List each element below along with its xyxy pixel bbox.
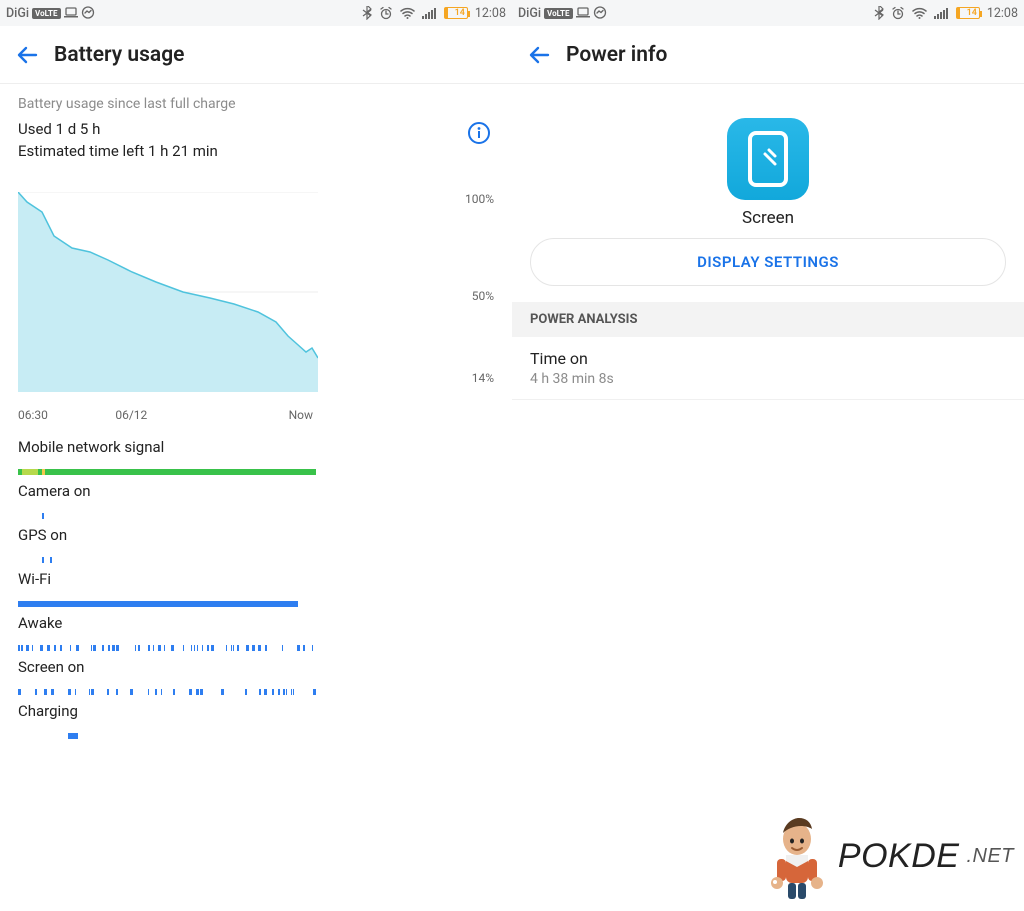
back-button[interactable] (520, 35, 560, 75)
x-tick-1: 06/12 (115, 408, 251, 422)
battery-icon: 14 (444, 7, 468, 19)
used-line: Used 1 d 5 h (18, 118, 464, 140)
status-bar: DiGi VoLTE (0, 0, 512, 26)
watermark: POKDE .NET (762, 811, 1014, 901)
screen-icon (727, 118, 809, 200)
x-axis: 06:30 06/12 Now (18, 408, 313, 422)
page-title: Battery usage (54, 43, 184, 67)
timeline-awake: Awake (18, 614, 494, 642)
timeline-label: GPS on (18, 526, 494, 544)
laptop-icon (576, 7, 590, 19)
messenger-icon (81, 6, 95, 20)
time-on-value: 4 h 38 min 8s (530, 371, 1006, 387)
x-tick-0: 06:30 (18, 408, 115, 422)
timeline-label: Mobile network signal (18, 438, 494, 456)
status-time: 12:08 (987, 6, 1018, 21)
timeline-camera: Camera on (18, 482, 494, 510)
timeline-label: Awake (18, 614, 494, 632)
mascot-icon (762, 811, 832, 901)
y-label-50: 50% (472, 289, 494, 303)
messenger-icon (593, 6, 607, 20)
power-info-screen: DiGi VoLTE (512, 0, 1024, 911)
volte-badge: VoLTE (544, 8, 572, 19)
page-title: Power info (566, 43, 667, 67)
timeline-screen: Screen on (18, 658, 494, 686)
y-label-100: 100% (465, 192, 494, 206)
timeline-label: Camera on (18, 482, 494, 500)
signal-icon (934, 7, 949, 19)
bluetooth-icon (362, 6, 372, 20)
display-settings-label: DISPLAY SETTINGS (697, 253, 839, 271)
estimate-line: Estimated time left 1 h 21 min (18, 140, 464, 162)
subhead: Battery usage since last full charge (18, 96, 494, 112)
timeline-wifi: Wi-Fi (18, 570, 494, 598)
signal-icon (422, 7, 437, 19)
watermark-suffix: .NET (966, 845, 1014, 868)
laptop-icon (64, 7, 78, 19)
status-time: 12:08 (475, 6, 506, 21)
battery-chart[interactable]: 100% 50% 14% (18, 192, 494, 402)
watermark-main: POKDE (838, 837, 960, 876)
section-power-analysis: POWER ANALYSIS (512, 302, 1024, 337)
timeline-gps: GPS on (18, 526, 494, 554)
display-settings-button[interactable]: DISPLAY SETTINGS (530, 238, 1006, 286)
app-bar: Battery usage (0, 26, 512, 84)
wifi-icon (400, 7, 415, 19)
alarm-icon (891, 6, 905, 20)
battery-icon: 14 (956, 7, 980, 19)
time-on-item[interactable]: Time on 4 h 38 min 8s (512, 337, 1024, 400)
timeline-label: Screen on (18, 658, 494, 676)
back-button[interactable] (8, 35, 48, 75)
info-button[interactable] (464, 118, 494, 148)
x-tick-2: Now (251, 408, 313, 422)
timeline-label: Charging (18, 702, 494, 720)
volte-badge: VoLTE (32, 8, 60, 19)
timeline-mobile: Mobile network signal (18, 438, 494, 466)
timeline-charging: Charging (18, 702, 494, 730)
wifi-icon (912, 7, 927, 19)
status-bar: DiGi VoLTE (512, 0, 1024, 26)
battery-usage-screen: DiGi VoLTE (0, 0, 512, 911)
carrier-label: DiGi (518, 6, 541, 21)
timeline-label: Wi-Fi (18, 570, 494, 588)
app-bar: Power info (512, 26, 1024, 84)
bluetooth-icon (874, 6, 884, 20)
alarm-icon (379, 6, 393, 20)
time-on-label: Time on (530, 349, 1006, 368)
y-label-14: 14% (472, 371, 494, 385)
carrier-label: DiGi (6, 6, 29, 21)
screen-label: Screen (742, 208, 794, 228)
